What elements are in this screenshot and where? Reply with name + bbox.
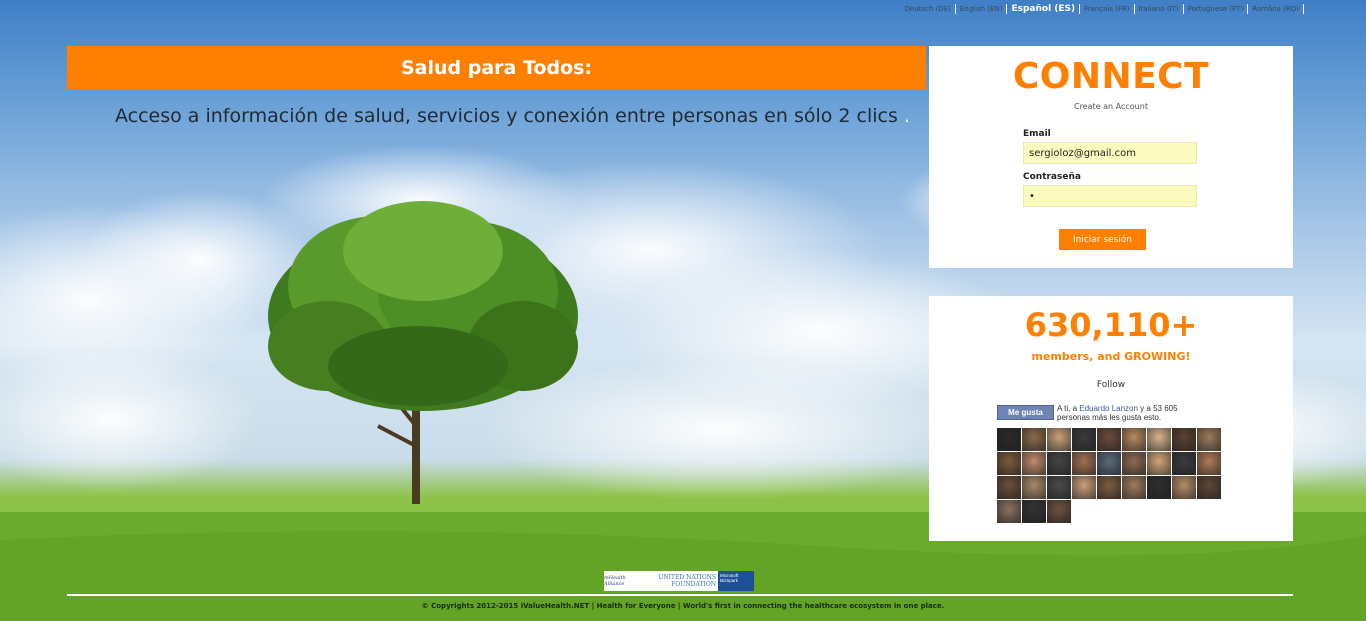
members-growing-text: members, and GROWING!	[1031, 350, 1191, 363]
password-field[interactable]	[1023, 185, 1197, 207]
language-link-pt[interactable]: Portuguese (PT)	[1184, 4, 1249, 14]
un-foundation-logo: UNITED NATIONS FOUNDATION	[646, 571, 718, 591]
partner-logos: mHealth Alliance UNITED NATIONS FOUNDATI…	[604, 571, 754, 591]
language-link-it[interactable]: Italiano (IT)	[1135, 4, 1184, 14]
hero-subtitle-dot: .	[903, 105, 910, 127]
language-link-ro[interactable]: Româna (RO)	[1248, 4, 1304, 14]
language-link-es[interactable]: Español (ES)	[1007, 4, 1081, 14]
facebook-friend-avatar[interactable]	[1022, 500, 1046, 523]
facebook-friend-avatar[interactable]	[1172, 452, 1196, 475]
facebook-friend-avatar[interactable]	[1197, 428, 1221, 451]
facebook-friend-avatar[interactable]	[1197, 476, 1221, 499]
members-panel: 630,110+ members, and GROWING! Follow Me…	[929, 296, 1293, 541]
facebook-friend-avatar[interactable]	[1122, 476, 1146, 499]
facebook-friend-avatar[interactable]	[1047, 476, 1071, 499]
facebook-friend-avatar[interactable]	[1147, 476, 1171, 499]
facebook-friend-avatar[interactable]	[1172, 476, 1196, 499]
create-account-link[interactable]: Create an Account	[929, 102, 1293, 111]
login-button[interactable]: Iniciar sesión	[1059, 229, 1146, 250]
facebook-friend-avatar[interactable]	[1097, 452, 1121, 475]
hero-subtitle: Acceso a información de salud, servicios…	[115, 105, 910, 127]
facebook-friend-avatar[interactable]	[1122, 452, 1146, 475]
facebook-friend-avatar[interactable]	[1072, 476, 1096, 499]
facebook-friend-avatar[interactable]	[1122, 428, 1146, 451]
password-label: Contraseña	[1023, 172, 1081, 182]
like-button-label: Me gusta	[1008, 408, 1043, 417]
facebook-friend-avatar[interactable]	[1147, 428, 1171, 451]
facebook-friend-avatar[interactable]	[1197, 452, 1221, 475]
facebook-friend-avatar[interactable]	[1022, 428, 1046, 451]
hero-subtitle-text: Acceso a información de salud, servicios…	[115, 105, 898, 127]
facebook-friend-avatar[interactable]	[1147, 452, 1171, 475]
email-label: Email	[1023, 129, 1051, 139]
follow-label: Follow	[1096, 380, 1126, 390]
connect-title: CONNECT	[1012, 56, 1210, 97]
facebook-friend-avatar[interactable]	[1022, 476, 1046, 499]
facebook-friend-avatar[interactable]	[1047, 500, 1071, 523]
language-link-en[interactable]: English (EN)	[956, 4, 1008, 14]
mhealth-alliance-logo: mHealth Alliance	[604, 571, 646, 591]
hero-title: Salud para Todos:	[400, 56, 593, 79]
facebook-friend-avatar[interactable]	[997, 452, 1021, 475]
facebook-like-summary: A ti, a Eduardo Lanzon y a 53 605 person…	[1057, 404, 1207, 422]
facebook-friend-avatar[interactable]	[1072, 452, 1096, 475]
members-count: 630,110+	[1024, 306, 1198, 344]
like-text-prefix: A ti, a	[1057, 404, 1080, 413]
facebook-friend-avatar[interactable]	[997, 428, 1021, 451]
language-selector: Deutsch (DE) English (EN) Español (ES) F…	[901, 4, 1304, 14]
hero-title-banner: Salud para Todos:	[67, 46, 926, 89]
facebook-friend-avatar[interactable]	[1097, 476, 1121, 499]
copyright-text: © Copyrights 2012-2015 iValueHealth.NET …	[421, 602, 945, 610]
login-panel: CONNECT Create an Account Email Contrase…	[929, 46, 1293, 268]
language-link-fr[interactable]: Français (FR)	[1080, 4, 1135, 14]
tree-illustration	[268, 201, 578, 504]
facebook-friend-avatar[interactable]	[1047, 428, 1071, 451]
facebook-friend-avatar[interactable]	[1022, 452, 1046, 475]
facebook-friend-avatar[interactable]	[1097, 428, 1121, 451]
email-field[interactable]	[1023, 142, 1197, 164]
facebook-like-button[interactable]: Me gusta	[997, 405, 1054, 420]
facebook-friend-avatar[interactable]	[1072, 428, 1096, 451]
facebook-friend-avatar[interactable]	[997, 476, 1021, 499]
facebook-friend-avatar[interactable]	[1172, 428, 1196, 451]
like-friend-link[interactable]: Eduardo Lanzon	[1079, 404, 1138, 413]
facebook-friend-avatar[interactable]	[1047, 452, 1071, 475]
facebook-faces-grid	[997, 428, 1221, 523]
facebook-friend-avatar[interactable]	[997, 500, 1021, 523]
footer-divider	[67, 594, 1293, 596]
language-link-de[interactable]: Deutsch (DE)	[901, 4, 956, 14]
microsoft-bizspark-logo: Microsoft BizSpark	[718, 571, 754, 591]
